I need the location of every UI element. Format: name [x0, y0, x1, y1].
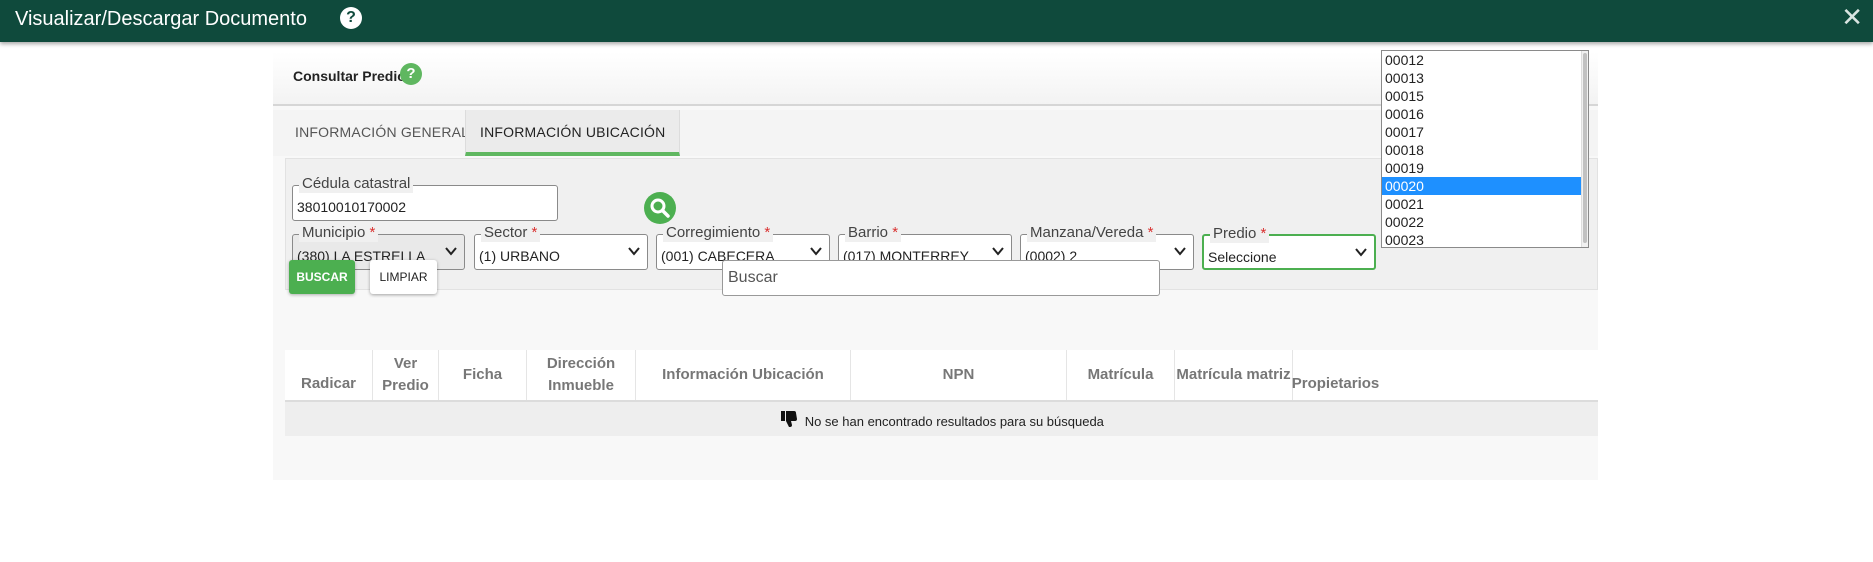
predio-dropdown-list[interactable]: 00012 00013 00015 00016 00017 00018 0001… [1381, 50, 1589, 248]
predio-label: Predio * [1210, 225, 1270, 243]
thumbs-down-icon [781, 411, 798, 427]
barrio-label: Barrio * [845, 224, 902, 242]
window-titlebar: Visualizar/Descargar Documento ? ✕ [0, 0, 1873, 42]
column-header-direccion-inmueble[interactable]: Dirección Inmueble [527, 350, 636, 400]
column-header-ver-predio[interactable]: Ver Predio [373, 350, 439, 400]
window-title: Visualizar/Descargar Documento [15, 8, 307, 30]
column-header-propietarios[interactable]: Propietarios [1292, 350, 1380, 400]
chevron-down-icon [445, 247, 457, 256]
cedula-catastral-value: 38010010170002 [297, 199, 407, 215]
empty-results-message: No se han encontrado resultados para su … [804, 414, 1104, 429]
search-input[interactable]: Buscar [722, 260, 1160, 296]
predio-option[interactable]: 00023 [1382, 231, 1588, 247]
tab-informacion-ubicacion[interactable]: INFORMACIÓN UBICACIÓN [465, 110, 681, 156]
predio-option-highlighted[interactable]: 00020 [1382, 177, 1588, 195]
predio-option[interactable]: 00016 [1382, 105, 1588, 123]
predio-value: Seleccione [1208, 249, 1277, 265]
cedula-search-button[interactable] [644, 192, 676, 224]
buscar-button[interactable]: BUSCAR [289, 260, 355, 294]
dropdown-scrollbar[interactable] [1581, 51, 1588, 247]
predio-option[interactable]: 00017 [1382, 123, 1588, 141]
scrollbar-thumb[interactable] [1583, 53, 1587, 243]
chevron-down-icon [810, 247, 822, 256]
chevron-down-icon [1174, 247, 1186, 256]
corregimiento-label: Corregimiento * [663, 224, 774, 242]
sector-select[interactable]: Sector * (1) URBANO [474, 224, 648, 270]
search-icon [650, 198, 670, 218]
sector-value: (1) URBANO [479, 248, 560, 264]
panel-title: Consultar Predio [293, 68, 406, 84]
municipio-label: Municipio * [299, 224, 379, 242]
chevron-down-icon [1355, 248, 1367, 257]
column-header-npn[interactable]: NPN [851, 350, 1067, 400]
panel-help-icon[interactable]: ? [400, 63, 422, 85]
limpiar-button[interactable]: LIMPIAR [370, 260, 437, 294]
predio-option[interactable]: 00019 [1382, 159, 1588, 177]
column-header-ficha[interactable]: Ficha [439, 350, 527, 400]
results-table-header: Radicar Ver Predio Ficha Dirección Inmue… [285, 350, 1598, 402]
help-icon[interactable]: ? [340, 7, 362, 29]
predio-option[interactable]: 00015 [1382, 87, 1588, 105]
predio-option[interactable]: 00013 [1382, 69, 1588, 87]
predio-option[interactable]: 00021 [1382, 195, 1588, 213]
chevron-down-icon [628, 247, 640, 256]
column-header-matricula-matriz[interactable]: Matrícula matriz [1175, 350, 1293, 400]
column-header-radicar[interactable]: Radicar [285, 350, 373, 400]
predio-option[interactable]: 00012 [1382, 51, 1588, 69]
column-header-informacion-ubicacion[interactable]: Información Ubicación [636, 350, 851, 400]
cedula-catastral-field[interactable]: Cédula catastral 38010010170002 [292, 175, 558, 221]
tab-informacion-general[interactable]: INFORMACIÓN GENERAL [281, 110, 483, 156]
empty-results-row: No se han encontrado resultados para su … [285, 402, 1598, 436]
column-header-matricula[interactable]: Matrícula [1067, 350, 1175, 400]
manzana-vereda-label: Manzana/Vereda * [1027, 224, 1157, 242]
cedula-catastral-label: Cédula catastral [299, 175, 414, 193]
predio-option[interactable]: 00018 [1382, 141, 1588, 159]
sector-label: Sector * [481, 224, 541, 242]
close-icon[interactable]: ✕ [1841, 2, 1863, 32]
predio-select[interactable]: Predio * Seleccione [1202, 225, 1376, 270]
chevron-down-icon [992, 247, 1004, 256]
predio-option[interactable]: 00022 [1382, 213, 1588, 231]
